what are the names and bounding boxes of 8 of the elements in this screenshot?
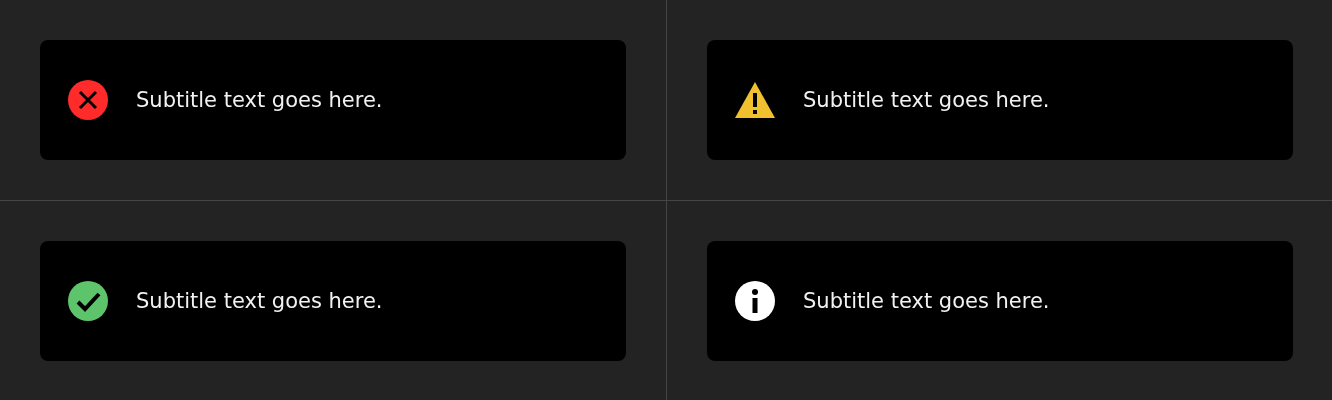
error-icon	[68, 80, 108, 120]
check-icon	[68, 281, 108, 321]
toast-message: Subtitle text goes here.	[136, 289, 383, 313]
info-icon	[735, 281, 775, 321]
toast-message: Subtitle text goes here.	[136, 88, 383, 112]
toast-message: Subtitle text goes here.	[803, 88, 1050, 112]
toast-message: Subtitle text goes here.	[803, 289, 1050, 313]
warning-icon	[735, 82, 775, 118]
